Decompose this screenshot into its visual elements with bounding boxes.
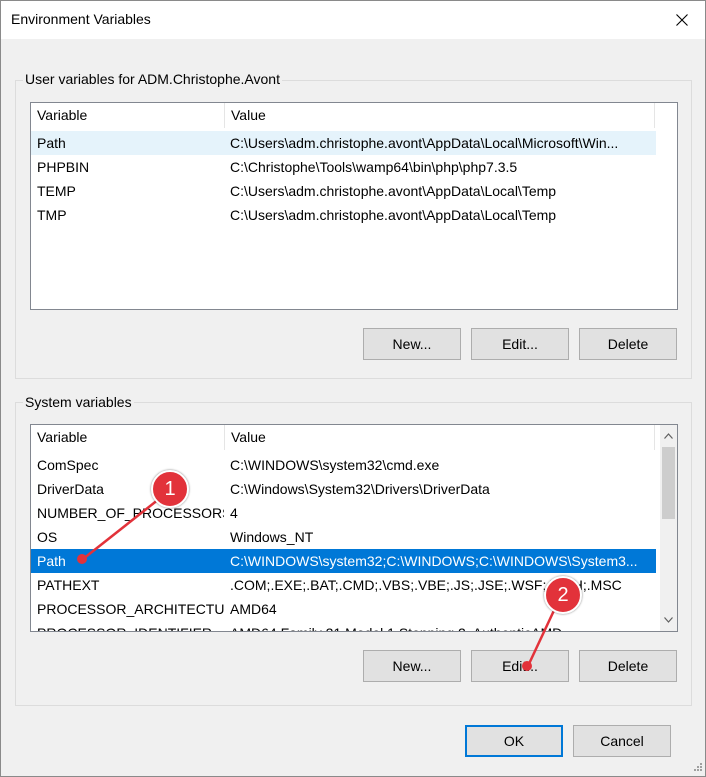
ok-button[interactable]: OK — [465, 725, 563, 757]
list-header: Variable Value — [31, 425, 655, 450]
variable-value: AMD64 Family 21 Model 1 Stepping 2, Auth… — [224, 621, 656, 631]
chevron-down-icon — [664, 616, 673, 623]
variable-name: Path — [37, 135, 66, 151]
close-button[interactable] — [659, 1, 705, 39]
column-header-value[interactable]: Value — [225, 103, 655, 128]
table-row[interactable]: Path C:\Users\adm.christophe.avont\AppDa… — [31, 131, 656, 155]
cancel-button[interactable]: Cancel — [573, 725, 671, 757]
variable-name: NUMBER_OF_PROCESSORS — [37, 505, 224, 521]
user-variables-label: User variables for ADM.Christophe.Avont — [23, 71, 282, 87]
list-header: Variable Value — [31, 103, 655, 128]
variable-name: DriverData — [37, 481, 104, 497]
variable-value: C:\Users\adm.christophe.avont\AppData\Lo… — [230, 183, 557, 199]
close-icon — [676, 14, 688, 26]
annotation-dot-2 — [522, 661, 532, 671]
variable-name: PATHEXT — [37, 577, 100, 593]
variable-value: C:\Users\adm.christophe.avont\AppData\Lo… — [230, 135, 619, 151]
column-header-variable[interactable]: Variable — [31, 103, 225, 128]
variable-value: C:\Christophe\Tools\wamp64\bin\php\php7.… — [230, 159, 518, 175]
window-title: Environment Variables — [11, 11, 151, 27]
scroll-down-button[interactable] — [660, 611, 677, 628]
title-bar: Environment Variables — [1, 1, 705, 39]
variable-value: C:\Windows\System32\Drivers\DriverData — [230, 481, 490, 497]
table-row[interactable]: PHPBIN C:\Christophe\Tools\wamp64\bin\ph… — [31, 155, 656, 179]
variable-name: ComSpec — [37, 457, 99, 473]
scroll-thumb[interactable] — [662, 447, 675, 519]
resize-grip-icon[interactable] — [691, 762, 703, 774]
variable-value: C:\WINDOWS\system32;C:\WINDOWS;C:\WINDOW… — [230, 553, 638, 569]
variable-name: PHPBIN — [37, 159, 90, 175]
scroll-up-button[interactable] — [660, 427, 677, 444]
variable-name: TEMP — [37, 183, 76, 199]
column-header-variable[interactable]: Variable — [31, 425, 225, 450]
column-header-value[interactable]: Value — [225, 425, 655, 450]
variable-name: OS — [37, 529, 58, 545]
variable-name: PROCESSOR_ARCHITECTU... — [37, 601, 224, 617]
vertical-scrollbar[interactable] — [660, 425, 677, 631]
user-new-button[interactable]: New... — [363, 328, 461, 360]
table-row[interactable]: OS Windows_NT — [31, 525, 656, 549]
variable-value: 4 — [230, 505, 238, 521]
table-row[interactable]: ComSpec C:\WINDOWS\system32\cmd.exe — [31, 453, 656, 477]
variable-value: .COM;.EXE;.BAT;.CMD;.VBS;.VBE;.JS;.JSE;.… — [230, 577, 622, 593]
table-row[interactable]: PROCESSOR_IDENTIFIER AMD64 Family 21 Mod… — [31, 621, 656, 631]
chevron-up-icon — [664, 432, 673, 439]
environment-variables-dialog: Environment Variables User variables for… — [0, 0, 706, 777]
user-delete-button[interactable]: Delete — [579, 328, 677, 360]
system-edit-button[interactable]: Edit... — [471, 650, 569, 682]
system-variables-label: System variables — [23, 394, 134, 410]
variable-value: AMD64 — [230, 601, 277, 617]
variable-value: C:\WINDOWS\system32\cmd.exe — [230, 457, 440, 473]
annotation-badge-2: 2 — [544, 576, 582, 614]
table-row-selected[interactable]: Path C:\WINDOWS\system32;C:\WINDOWS;C:\W… — [31, 549, 656, 573]
table-row[interactable]: NUMBER_OF_PROCESSORS 4 — [31, 501, 656, 525]
table-row[interactable]: TMP C:\Users\adm.christophe.avont\AppDat… — [31, 203, 656, 227]
system-new-button[interactable]: New... — [363, 650, 461, 682]
system-delete-button[interactable]: Delete — [579, 650, 677, 682]
table-row[interactable]: TEMP C:\Users\adm.christophe.avont\AppDa… — [31, 179, 656, 203]
annotation-badge-1: 1 — [151, 470, 189, 508]
variable-name: TMP — [37, 207, 67, 223]
variable-value: Windows_NT — [230, 529, 314, 545]
variable-name: Path — [37, 553, 66, 569]
variable-value: C:\Users\adm.christophe.avont\AppData\Lo… — [230, 207, 557, 223]
user-edit-button[interactable]: Edit... — [471, 328, 569, 360]
user-variables-list[interactable]: Variable Value Path C:\Users\adm.christo… — [30, 102, 678, 310]
table-row[interactable]: DriverData C:\Windows\System32\Drivers\D… — [31, 477, 656, 501]
annotation-dot-1 — [77, 554, 87, 564]
variable-name: PROCESSOR_IDENTIFIER — [31, 621, 224, 631]
